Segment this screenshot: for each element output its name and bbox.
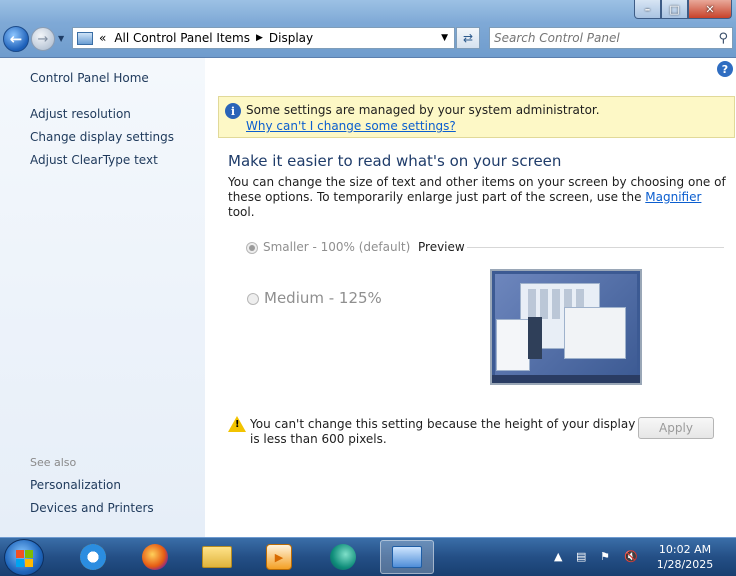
page-title: Make it easier to read what's on your sc… bbox=[228, 152, 562, 170]
maximize-button[interactable]: □ bbox=[661, 0, 688, 19]
preview-window-front bbox=[564, 307, 626, 359]
minimize-button[interactable]: – bbox=[634, 0, 661, 19]
breadcrumb-overflow[interactable]: « bbox=[99, 31, 106, 45]
arrow-left-icon: ← bbox=[9, 30, 23, 48]
action-center-flag-icon[interactable]: ⚑ bbox=[600, 550, 610, 563]
smaller-radio[interactable] bbox=[246, 242, 258, 254]
close-button[interactable]: ✕ bbox=[688, 0, 732, 19]
apply-button[interactable]: Apply bbox=[638, 417, 714, 439]
address-bar[interactable]: « All Control Panel Items ▶ Display ▼ bbox=[72, 27, 455, 49]
media-player-icon: ▶ bbox=[266, 544, 292, 570]
admin-info-bar: i Some settings are managed by your syst… bbox=[218, 96, 735, 138]
see-also-label: See also bbox=[30, 456, 77, 469]
search-input[interactable] bbox=[494, 31, 704, 45]
search-icon[interactable]: ⚲ bbox=[718, 31, 728, 46]
devices-and-printers-link[interactable]: Devices and Printers bbox=[30, 501, 154, 515]
adjust-cleartype-link[interactable]: Adjust ClearType text bbox=[30, 153, 158, 167]
folder-icon bbox=[202, 546, 232, 568]
recent-pages-chevron-icon[interactable]: ▼ bbox=[58, 34, 64, 43]
main-content: ? i Some settings are managed by your sy… bbox=[205, 58, 736, 537]
smaller-option-label[interactable]: Smaller - 100% (default) bbox=[263, 240, 410, 254]
clock-time: 10:02 AM bbox=[658, 543, 712, 556]
taskbar-control-panel[interactable] bbox=[380, 540, 434, 574]
preview-image bbox=[490, 269, 642, 385]
control-panel-icon bbox=[77, 31, 93, 45]
preview-taskbar bbox=[492, 375, 640, 383]
preview-window-left bbox=[496, 319, 530, 371]
search-box[interactable]: ⚲ bbox=[489, 27, 733, 49]
window-controls: – □ ✕ bbox=[634, 0, 732, 19]
warning-icon-mark: ! bbox=[235, 419, 240, 430]
why-cant-change-link[interactable]: Why can't I change some settings? bbox=[246, 119, 456, 133]
adjust-resolution-link[interactable]: Adjust resolution bbox=[30, 107, 131, 121]
help-icon[interactable]: ? bbox=[717, 61, 733, 77]
medium-radio[interactable] bbox=[247, 293, 259, 305]
info-message: Some settings are managed by your system… bbox=[246, 103, 600, 117]
taskbar-media-player[interactable]: ▶ bbox=[252, 540, 306, 574]
warning-message: You can't change this setting because th… bbox=[250, 417, 636, 446]
info-icon: i bbox=[225, 103, 241, 119]
change-display-settings-link[interactable]: Change display settings bbox=[30, 130, 174, 144]
internet-explorer-icon bbox=[80, 544, 106, 570]
breadcrumb-display[interactable]: Display bbox=[269, 31, 313, 45]
show-hidden-icons-chevron-icon[interactable]: ▲ bbox=[554, 550, 562, 563]
forward-button[interactable]: → bbox=[31, 27, 55, 51]
preview-divider bbox=[467, 247, 724, 248]
control-panel-home-link[interactable]: Control Panel Home bbox=[30, 71, 149, 85]
taskbar-edge[interactable] bbox=[316, 540, 370, 574]
refresh-icon: ⇄ bbox=[462, 31, 474, 45]
taskbar-firefox[interactable] bbox=[128, 540, 182, 574]
magnifier-link[interactable]: Magnifier bbox=[645, 190, 701, 204]
volume-muted-icon[interactable]: 🔇 bbox=[624, 550, 638, 563]
clock-date: 1/28/2025 bbox=[656, 558, 714, 571]
window-chrome: – □ ✕ ← → ▼ « All Control Panel Items ▶ … bbox=[0, 0, 736, 58]
network-icon[interactable]: ▤ bbox=[576, 550, 586, 563]
page-description: You can change the size of text and othe… bbox=[228, 175, 728, 220]
breadcrumb-all-items[interactable]: All Control Panel Items bbox=[114, 31, 250, 45]
description-tail: tool. bbox=[228, 205, 255, 219]
refresh-button[interactable]: ⇄ bbox=[456, 27, 480, 49]
personalization-link[interactable]: Personalization bbox=[30, 478, 121, 492]
arrow-right-icon: → bbox=[37, 31, 49, 47]
firefox-icon bbox=[142, 544, 168, 570]
medium-option-label[interactable]: Medium - 125% bbox=[264, 289, 382, 307]
clock[interactable]: 10:02 AM 1/28/2025 bbox=[650, 542, 720, 572]
breadcrumb-arrow-icon[interactable]: ▶ bbox=[256, 33, 263, 43]
taskbar-internet-explorer[interactable] bbox=[66, 540, 120, 574]
sidebar: Control Panel Home Adjust resolution Cha… bbox=[0, 58, 205, 537]
taskbar-file-explorer[interactable] bbox=[190, 540, 244, 574]
address-dropdown-icon[interactable]: ▼ bbox=[441, 33, 448, 43]
start-button[interactable] bbox=[4, 539, 44, 576]
taskbar: ▶ ▲ ▤ ⚑ 🔇 10:02 AM 1/28/2025 bbox=[0, 537, 736, 576]
edge-icon bbox=[330, 544, 356, 570]
preview-label: Preview bbox=[418, 240, 465, 254]
control-panel-icon bbox=[392, 546, 422, 568]
back-button[interactable]: ← bbox=[3, 26, 29, 52]
preview-window-bar bbox=[528, 317, 542, 359]
